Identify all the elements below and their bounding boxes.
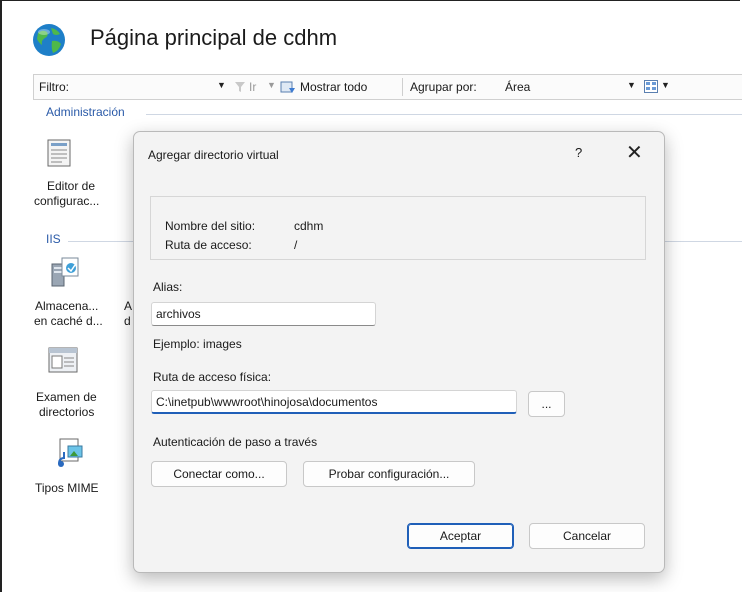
group-iis: IIS: [46, 232, 61, 246]
filter-label: Filtro:: [39, 80, 69, 94]
site-name-value: cdhm: [294, 219, 324, 233]
toolbar-divider: [402, 78, 403, 96]
show-all-button[interactable]: Mostrar todo: [300, 80, 367, 94]
go-button[interactable]: Ir: [249, 80, 256, 94]
group-by-label: Agrupar por:: [410, 80, 477, 94]
group-divider: [146, 114, 742, 115]
passthrough-auth-label: Autenticación de paso a través: [153, 435, 318, 449]
physical-path-label: Ruta de acceso física:: [153, 370, 272, 384]
output-cache-label-1: Almacena...: [35, 299, 99, 313]
site-info-box: Nombre del sitio: cdhm Ruta de acceso: /: [150, 196, 646, 260]
ok-button[interactable]: Aceptar: [407, 523, 514, 549]
config-editor-label-1: Editor de: [47, 179, 96, 193]
config-editor-icon[interactable]: [46, 139, 72, 167]
directory-browsing-label-2: directorios: [39, 405, 95, 419]
alias-label: Alias:: [153, 280, 183, 294]
connect-as-button[interactable]: Conectar como...: [151, 461, 287, 487]
site-name-label: Nombre del sitio:: [165, 219, 256, 233]
directory-browsing-icon[interactable]: [48, 347, 78, 373]
add-virtual-directory-dialog: Agregar directorio virtual ? ✕ Nombre de…: [133, 131, 665, 573]
view-toggle-icon[interactable]: [644, 80, 658, 93]
view-caret-icon[interactable]: ▼: [661, 80, 670, 90]
group-by-select[interactable]: Área: [505, 80, 530, 94]
output-cache-icon[interactable]: [50, 256, 80, 288]
group-administracion: Administración: [46, 105, 125, 119]
physical-path-input[interactable]: C:\inetpub\wwwroot\hinojosa\documentos: [151, 390, 517, 414]
path-value: /: [294, 238, 298, 252]
hidden-feature-label-2: d: [124, 314, 131, 328]
show-all-icon: [280, 79, 296, 95]
mime-types-label: Tipos MIME: [35, 481, 99, 495]
group-by-caret-icon[interactable]: ▼: [627, 80, 636, 90]
path-label: Ruta de acceso:: [165, 238, 252, 252]
dialog-title: Agregar directorio virtual: [148, 148, 279, 162]
help-button[interactable]: ?: [575, 145, 582, 160]
hidden-feature-label-1: A: [124, 299, 133, 313]
page-title: Página principal de cdhm: [90, 25, 338, 50]
output-cache-label-2: en caché d...: [34, 314, 103, 328]
filter-toolbar: Filtro: ▼ Ir ▼ Mostrar todo Agrupar por:…: [33, 74, 742, 100]
close-icon[interactable]: ✕: [626, 140, 643, 165]
filter-funnel-icon: [234, 81, 246, 93]
filter-dropdown-caret-icon[interactable]: ▼: [217, 80, 226, 90]
alias-example: Ejemplo: images: [153, 337, 242, 351]
browse-button[interactable]: ...: [528, 391, 565, 417]
alias-input[interactable]: archivos: [151, 302, 376, 326]
test-settings-button[interactable]: Probar configuración...: [303, 461, 475, 487]
go-dropdown-caret-icon[interactable]: ▼: [267, 80, 276, 90]
cancel-button[interactable]: Cancelar: [529, 523, 645, 549]
iis-manager-panel: Página principal de cdhm Filtro: ▼ Ir ▼ …: [0, 0, 742, 592]
globe-icon: [33, 24, 65, 56]
mime-types-icon[interactable]: [56, 438, 84, 468]
directory-browsing-label-1: Examen de: [36, 390, 97, 404]
config-editor-label-2: configurac...: [34, 194, 100, 208]
